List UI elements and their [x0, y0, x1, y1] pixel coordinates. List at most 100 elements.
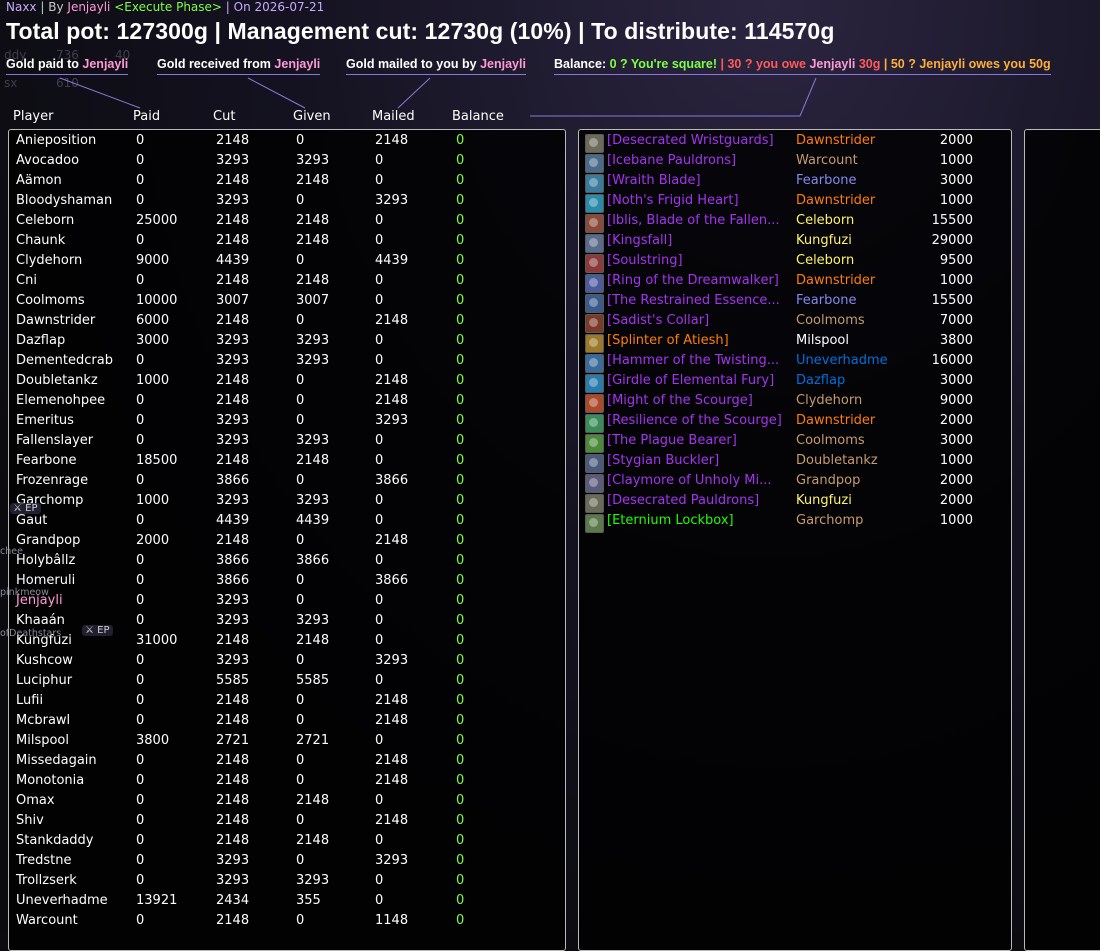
cut-value: 3007 [216, 293, 250, 308]
item-link[interactable]: [Girdle of Elemental Fury] [607, 373, 789, 388]
paid-value: 0 [136, 873, 145, 888]
item-link[interactable]: [Eternium Lockbox] [607, 513, 789, 528]
loot-row[interactable]: [Wraith Blade] Fearbone 3000 [579, 173, 1011, 193]
loot-row[interactable]: [Iblis, Blade of the Fallen... Celeborn 15… [579, 213, 1011, 233]
cut-value: 4439 [216, 253, 250, 268]
loot-row[interactable]: [Might of the Scourge] Clydehorn 9000 [579, 393, 1011, 413]
item-link[interactable]: [The Plague Bearer] [607, 433, 789, 448]
player-name: Elemenohpee [16, 393, 106, 408]
paid-value: 0 [136, 593, 145, 608]
loot-row[interactable]: [Kingsfall] Kungfuzi 29000 [579, 233, 1011, 253]
given-value: 3293 [296, 333, 330, 348]
loot-row[interactable]: [Eternium Lockbox] Garchomp 1000 [579, 513, 1011, 533]
given-value: 0 [296, 133, 305, 148]
heart-icon [585, 194, 604, 213]
item-link[interactable]: [Kingsfall] [607, 233, 789, 248]
balance-value: 0 [456, 513, 465, 528]
loot-row[interactable]: [Ring of the Dreamwalker] Dawnstrider 1000 [579, 273, 1011, 293]
dagger-icon [585, 234, 604, 253]
balance-value: 0 [456, 713, 465, 728]
item-link[interactable]: [Sadist's Collar] [607, 313, 789, 328]
item-link[interactable]: [Desecrated Pauldrons] [607, 493, 789, 508]
column-header-cut: Cut [213, 109, 236, 124]
cut-value: 2148 [216, 273, 250, 288]
given-value: 2148 [296, 453, 330, 468]
balance-value: 0 [456, 433, 465, 448]
cut-value: 2148 [216, 753, 250, 768]
loot-row[interactable]: [Noth's Frigid Heart] Dawnstrider 1000 [579, 193, 1011, 213]
loot-row[interactable]: [The Plague Bearer] Coolmoms 3000 [579, 433, 1011, 453]
essence-icon [585, 294, 604, 313]
paid-value: 0 [136, 433, 145, 448]
pauldrons-icon [585, 494, 604, 513]
loot-row[interactable]: [Claymore of Unholy Mi... Grandpop 2000 [579, 473, 1011, 493]
given-value: 4439 [296, 513, 330, 528]
cut-value: 3293 [216, 593, 250, 608]
item-link[interactable]: [Might of the Scourge] [607, 393, 789, 408]
item-price: 9000 [939, 393, 973, 408]
item-link[interactable]: [The Restrained Essence... [607, 293, 789, 308]
mailed-value: 2148 [375, 813, 409, 828]
player-name: Khaaán [16, 613, 65, 628]
loot-row[interactable]: [Splinter of Atiesh] Milspool 3800 [579, 333, 1011, 353]
player-row: Avocadoo 0 3293 3293 0 0 [9, 153, 565, 173]
item-link[interactable]: [Soulstring] [607, 253, 789, 268]
loot-row[interactable]: [The Restrained Essence... Fearbone 15500 [579, 293, 1011, 313]
loot-row[interactable]: [Hammer of the Twisting... Uneverhadme 160… [579, 353, 1011, 373]
loot-row[interactable]: [Girdle of Elemental Fury] Dazflap 3000 [579, 373, 1011, 393]
loot-row[interactable]: [Soulstring] Celeborn 9500 [579, 253, 1011, 273]
player-name: Fallenslayer [16, 433, 94, 448]
player-name: Uneverhadme [16, 893, 108, 908]
player-row: Shiv 0 2148 0 2148 0 [9, 813, 565, 833]
paid-value: 0 [136, 653, 145, 668]
paid-value: 0 [136, 473, 145, 488]
paid-value: 0 [136, 773, 145, 788]
given-value: 2148 [296, 793, 330, 808]
player-payout-table: Anieposition 0 2148 0 2148 0 Avocadoo 0 3293 3293… [8, 129, 566, 951]
given-value: 2721 [296, 733, 330, 748]
item-link[interactable]: [Claymore of Unholy Mi... [607, 473, 789, 488]
ep-tag: ⚔ EP [82, 625, 113, 636]
loot-row[interactable]: [Desecrated Wristguards] Dawnstrider 2000 [579, 133, 1011, 153]
loot-row[interactable]: [Resilience of the Scourge] Dawnstrider 20… [579, 413, 1011, 433]
item-price: 3000 [939, 373, 973, 388]
item-link[interactable]: [Desecrated Wristguards] [607, 133, 789, 148]
player-row: Grandpop 2000 2148 0 2148 0 [9, 533, 565, 553]
given-value: 0 [296, 573, 305, 588]
player-name: Grandpop [16, 533, 81, 548]
item-link[interactable]: [Icebane Pauldrons] [607, 153, 789, 168]
item-link[interactable]: [Iblis, Blade of the Fallen... [607, 213, 789, 228]
mailed-value: 0 [375, 333, 384, 348]
given-value: 3293 [296, 873, 330, 888]
player-name: Dawnstrider [16, 313, 96, 328]
paid-value: 6000 [136, 313, 170, 328]
given-value: 2148 [296, 173, 330, 188]
player-row: Fallenslayer 0 3293 3293 0 0 [9, 433, 565, 453]
collar-icon [585, 314, 604, 333]
item-link[interactable]: [Stygian Buckler] [607, 453, 789, 468]
paid-value: 0 [136, 833, 145, 848]
player-name: Avocadoo [16, 153, 80, 168]
item-link[interactable]: [Noth's Frigid Heart] [607, 193, 789, 208]
balance-value: 0 [456, 833, 465, 848]
item-link[interactable]: [Resilience of the Scourge] [607, 413, 789, 428]
item-link[interactable]: [Splinter of Atiesh] [607, 333, 789, 348]
loot-row[interactable]: [Stygian Buckler] Doubletankz 1000 [579, 453, 1011, 473]
balance-value: 0 [456, 633, 465, 648]
paid-value: 10000 [136, 293, 178, 308]
loot-row[interactable]: [Desecrated Pauldrons] Kungfuzi 2000 [579, 493, 1011, 513]
loot-row[interactable]: [Icebane Pauldrons] Warcount 1000 [579, 153, 1011, 173]
player-row: Omax 0 2148 2148 0 0 [9, 793, 565, 813]
looter-name: Coolmoms [796, 313, 865, 328]
balance-value: 0 [456, 693, 465, 708]
player-row: Bloodyshaman 0 3293 0 3293 0 [9, 193, 565, 213]
item-link[interactable]: [Hammer of the Twisting... [607, 353, 789, 368]
player-name: Cni [16, 273, 37, 288]
item-link[interactable]: [Wraith Blade] [607, 173, 789, 188]
player-name: Milspool [16, 733, 69, 748]
loot-row[interactable]: [Sadist's Collar] Coolmoms 7000 [579, 313, 1011, 333]
item-link[interactable]: [Ring of the Dreamwalker] [607, 273, 789, 288]
paid-value: 18500 [136, 453, 178, 468]
looter-name: Dawnstrider [796, 133, 876, 148]
paid-value: 2000 [136, 533, 170, 548]
